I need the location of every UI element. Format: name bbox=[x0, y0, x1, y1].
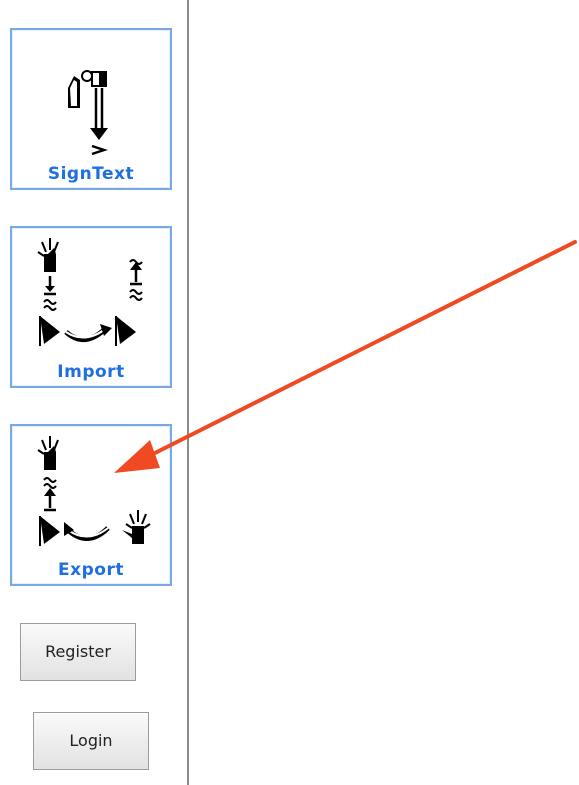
signtext-label: SignText bbox=[47, 164, 135, 184]
login-button[interactable]: Login bbox=[33, 712, 149, 770]
import-label: Import bbox=[57, 362, 125, 382]
sidebar: SignText Import Export Register Login bbox=[0, 0, 188, 785]
import-button[interactable]: Import bbox=[10, 226, 172, 388]
register-button[interactable]: Register bbox=[20, 623, 136, 681]
sidebar-divider bbox=[187, 0, 189, 785]
export-button[interactable]: Export bbox=[10, 424, 172, 586]
export-label: Export bbox=[58, 560, 124, 580]
signtext-button[interactable]: SignText bbox=[10, 28, 172, 190]
